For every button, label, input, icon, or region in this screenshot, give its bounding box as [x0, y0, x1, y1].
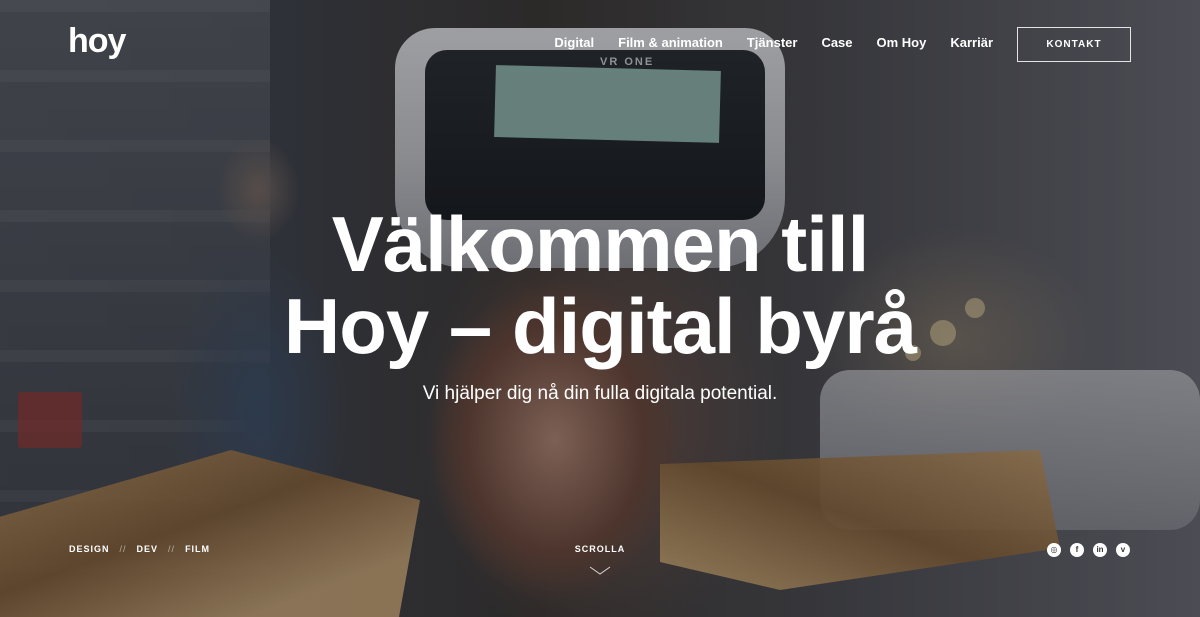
headline-line-2: Hoy – digital byrå [283, 282, 917, 370]
hero-subtitle: Vi hjälper dig nå din fulla digitala pot… [422, 383, 778, 404]
nav-item-tjanster[interactable]: Tjänster [747, 36, 798, 50]
main-nav: Digital Film & animation Tjänster Case O… [554, 36, 993, 50]
scroll-label[interactable]: SCROLLA [560, 544, 640, 554]
linkedin-icon[interactable]: in [1093, 543, 1107, 557]
facebook-icon[interactable]: f [1070, 543, 1084, 557]
tag-design: DESIGN [69, 544, 110, 554]
headline-line-1: Välkommen till [331, 200, 870, 288]
site-header: hoy Digital Film & animation Tjänster Ca… [0, 0, 1200, 90]
social-links: ◎ f in v [1047, 543, 1130, 557]
nav-item-om-hoy[interactable]: Om Hoy [877, 36, 927, 50]
tag-dev: DEV [136, 544, 159, 554]
nav-item-digital[interactable]: Digital [554, 36, 594, 50]
vimeo-icon[interactable]: v [1116, 543, 1130, 557]
tag-separator: // [119, 544, 127, 554]
service-tags: DESIGN // DEV // FILM [69, 544, 210, 554]
nav-item-case[interactable]: Case [821, 36, 852, 50]
tag-film: FILM [185, 544, 211, 554]
instagram-icon[interactable]: ◎ [1047, 543, 1061, 557]
nav-item-film-animation[interactable]: Film & animation [618, 36, 723, 50]
chevron-down-icon[interactable] [589, 566, 611, 576]
contact-button[interactable]: KONTAKT [1017, 27, 1131, 62]
tag-separator: // [168, 544, 176, 554]
hero-headline: Välkommen till Hoy – digital byrå [0, 203, 1200, 367]
nav-item-karriar[interactable]: Karriär [950, 36, 993, 50]
hoy-logo[interactable]: hoy [68, 24, 126, 58]
hero-section: VR ONE hoy Digital Film & animation Tjän… [0, 0, 1200, 617]
